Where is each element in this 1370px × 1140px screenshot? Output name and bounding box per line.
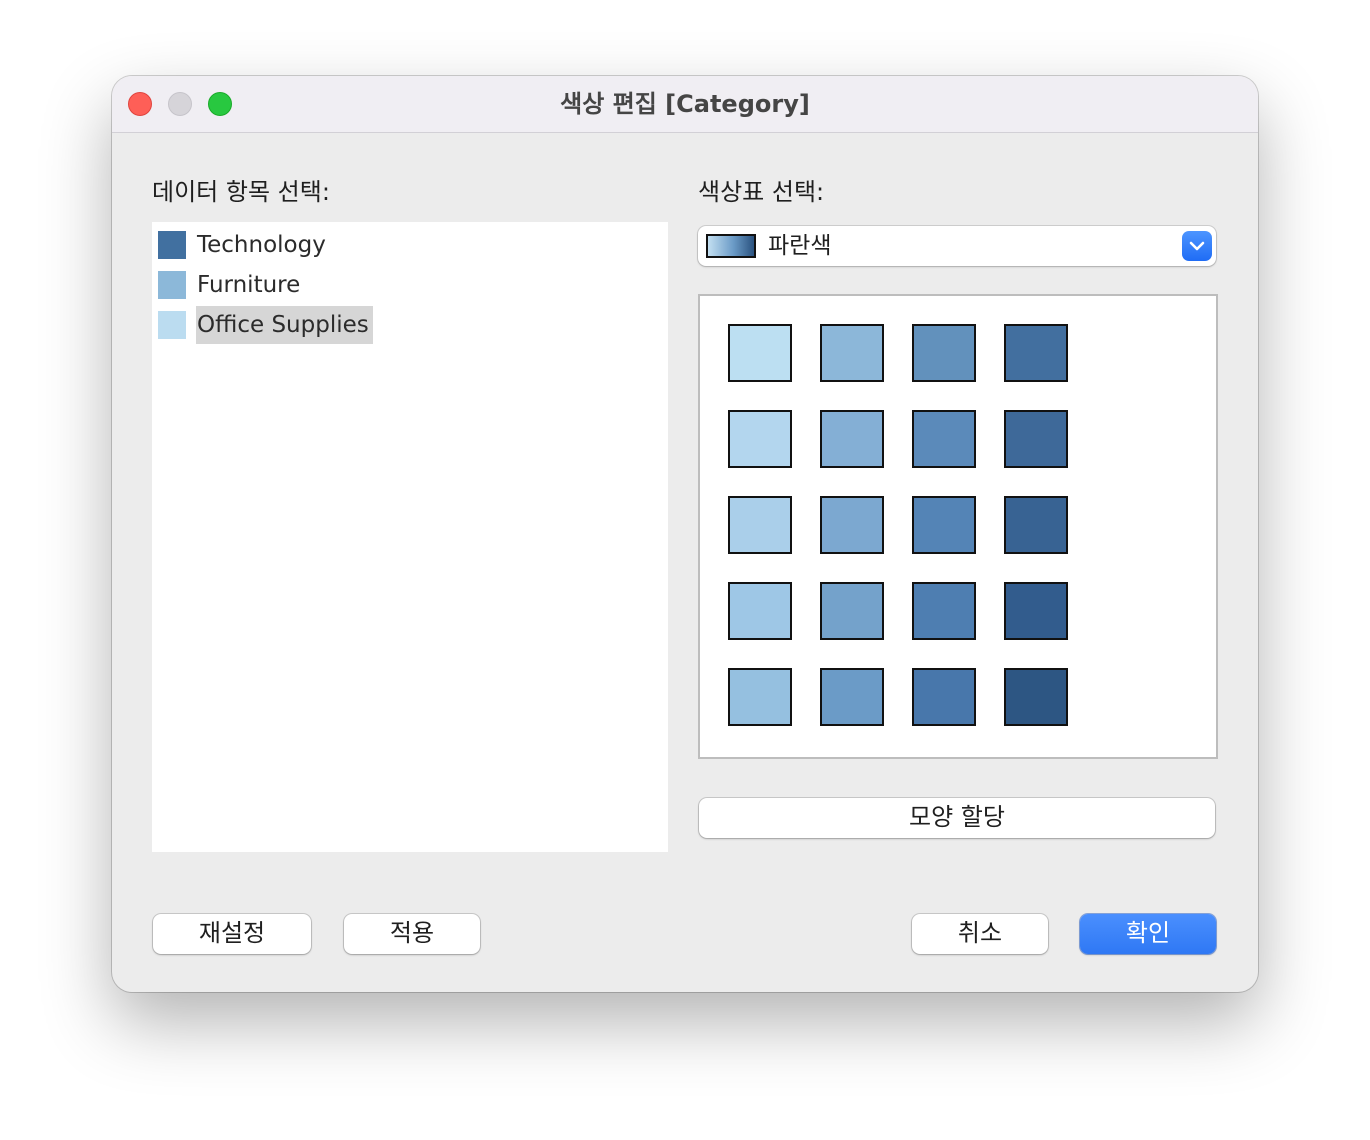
palette-swatch[interactable] [820, 324, 884, 382]
palette-dropdown[interactable]: 파란색 [698, 226, 1216, 266]
palette-swatch[interactable] [728, 582, 792, 640]
palette-swatch[interactable] [1004, 496, 1068, 554]
palette-swatch[interactable] [912, 582, 976, 640]
palette-swatch[interactable] [728, 324, 792, 382]
close-window-button[interactable] [128, 92, 152, 116]
cancel-button[interactable]: 취소 [912, 914, 1048, 954]
minimize-window-button[interactable] [168, 92, 192, 116]
palette-swatch[interactable] [912, 410, 976, 468]
palette-swatch[interactable] [820, 496, 884, 554]
palette-swatch[interactable] [728, 496, 792, 554]
data-item-list[interactable]: Technology Furniture Office Supplies [152, 222, 668, 852]
list-item-office-supplies[interactable]: Office Supplies [158, 306, 658, 344]
color-edit-dialog: 색상 편집 [Category] 데이터 항목 선택: Technology F… [112, 76, 1258, 992]
window-title: 색상 편집 [Category] [560, 90, 810, 118]
ok-button[interactable]: 확인 [1080, 914, 1216, 954]
palette-swatch[interactable] [1004, 582, 1068, 640]
palette-swatch[interactable] [912, 496, 976, 554]
item-color-swatch [158, 271, 186, 299]
apply-button[interactable]: 적용 [344, 914, 480, 954]
title-bar[interactable]: 색상 편집 [Category] [112, 76, 1258, 133]
palette-swatch[interactable] [820, 410, 884, 468]
palette-swatch[interactable] [728, 410, 792, 468]
palette-swatch-grid [698, 294, 1218, 759]
item-label: Technology [197, 232, 326, 258]
palette-dropdown-value: 파란색 [768, 233, 832, 259]
assign-shape-button[interactable]: 모양 할당 [699, 798, 1215, 838]
reset-button[interactable]: 재설정 [153, 914, 311, 954]
chevron-down-icon[interactable] [1182, 231, 1212, 261]
palette-swatch[interactable] [912, 668, 976, 726]
palette-swatch[interactable] [820, 582, 884, 640]
item-label: Furniture [197, 272, 301, 298]
gradient-swatch-icon [706, 234, 756, 258]
list-item-furniture[interactable]: Furniture [158, 266, 658, 302]
palette-swatch[interactable] [1004, 668, 1068, 726]
data-items-label: 데이터 항목 선택: [152, 178, 330, 206]
maximize-window-button[interactable] [208, 92, 232, 116]
palette-swatch[interactable] [1004, 410, 1068, 468]
item-label: Office Supplies [196, 306, 373, 344]
palette-select-label: 색상표 선택: [698, 178, 825, 206]
item-color-swatch [158, 311, 186, 339]
item-color-swatch [158, 231, 186, 259]
list-item-technology[interactable]: Technology [158, 226, 658, 262]
palette-swatch[interactable] [728, 668, 792, 726]
palette-swatch[interactable] [1004, 324, 1068, 382]
palette-swatch[interactable] [912, 324, 976, 382]
palette-swatch[interactable] [820, 668, 884, 726]
